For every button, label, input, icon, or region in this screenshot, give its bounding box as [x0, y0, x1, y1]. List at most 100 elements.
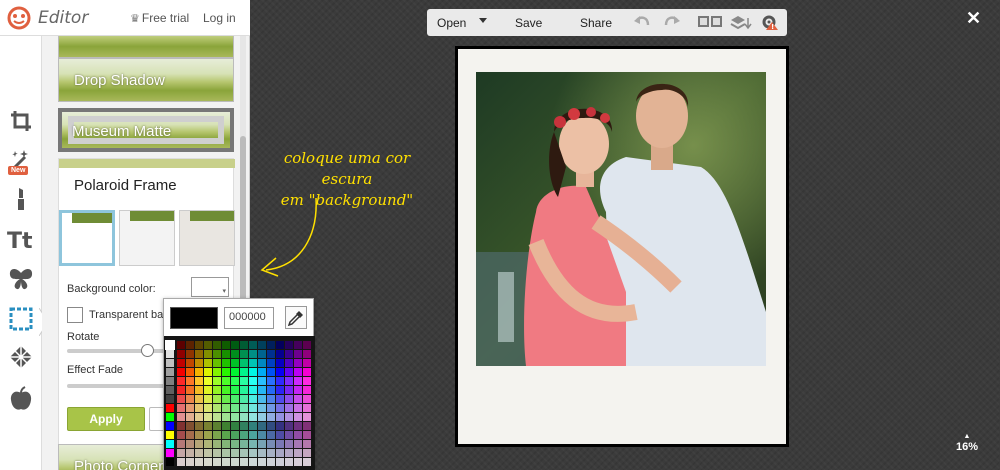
palette-swatch[interactable]: [258, 440, 266, 448]
palette-swatch[interactable]: [186, 413, 194, 421]
palette-swatch[interactable]: [204, 431, 212, 439]
palette-swatch[interactable]: [303, 413, 311, 421]
palette-swatch[interactable]: [166, 395, 174, 403]
palette-swatch[interactable]: [195, 341, 203, 349]
palette-swatch[interactable]: [240, 431, 248, 439]
redo-icon[interactable]: [663, 14, 681, 30]
palette-swatch[interactable]: [204, 404, 212, 412]
palette-swatch[interactable]: [303, 431, 311, 439]
palette-swatch[interactable]: [166, 377, 174, 385]
palette-swatch[interactable]: [249, 368, 257, 376]
palette-swatch[interactable]: [177, 458, 185, 466]
background-color-swatch[interactable]: ▾: [191, 277, 229, 297]
palette-swatch[interactable]: [267, 413, 275, 421]
chevron-down-icon[interactable]: [479, 18, 487, 23]
palette-swatch[interactable]: [186, 395, 194, 403]
palette-swatch[interactable]: [294, 404, 302, 412]
frames-tool[interactable]: [6, 304, 36, 334]
textures-tool[interactable]: [6, 342, 36, 372]
palette-swatch[interactable]: [267, 368, 275, 376]
palette-swatch[interactable]: [285, 341, 293, 349]
palette-swatch[interactable]: [195, 449, 203, 457]
palette-swatch[interactable]: [294, 359, 302, 367]
palette-swatch[interactable]: [294, 431, 302, 439]
palette-swatch[interactable]: [222, 422, 230, 430]
palette-swatch[interactable]: [213, 458, 221, 466]
palette-swatch[interactable]: [294, 341, 302, 349]
palette-swatch[interactable]: [231, 386, 239, 394]
zoom-indicator[interactable]: ▲ 16%: [952, 433, 982, 453]
settings-icon[interactable]: !: [760, 14, 780, 30]
palette-swatch[interactable]: [285, 377, 293, 385]
layers-icon[interactable]: [730, 14, 752, 30]
effect-thumb-drop-shadow[interactable]: Drop Shadow: [58, 58, 234, 102]
palette-swatch[interactable]: [166, 413, 174, 421]
palette-swatch[interactable]: [186, 422, 194, 430]
palette-swatch[interactable]: [294, 368, 302, 376]
palette-swatch[interactable]: [303, 359, 311, 367]
undo-icon[interactable]: [633, 14, 651, 30]
palette-swatch[interactable]: [166, 458, 174, 466]
palette-swatch[interactable]: [258, 422, 266, 430]
palette-swatch[interactable]: [267, 350, 275, 358]
palette-swatch[interactable]: [303, 458, 311, 466]
palette-swatch[interactable]: [166, 350, 174, 358]
palette-swatch[interactable]: [222, 449, 230, 457]
palette-swatch[interactable]: [166, 359, 174, 367]
palette-swatch[interactable]: [222, 458, 230, 466]
palette-swatch[interactable]: [177, 359, 185, 367]
palette-swatch[interactable]: [249, 359, 257, 367]
palette-swatch[interactable]: [285, 350, 293, 358]
palette-swatch[interactable]: [267, 422, 275, 430]
palette-swatch[interactable]: [186, 458, 194, 466]
palette-swatch[interactable]: [222, 359, 230, 367]
palette-swatch[interactable]: [213, 359, 221, 367]
palette-swatch[interactable]: [231, 413, 239, 421]
palette-swatch[interactable]: [303, 377, 311, 385]
palette-swatch[interactable]: [177, 431, 185, 439]
palette-swatch[interactable]: [195, 350, 203, 358]
palette-swatch[interactable]: [177, 377, 185, 385]
palette-swatch[interactable]: [240, 350, 248, 358]
crop-tool[interactable]: [6, 106, 36, 136]
palette-swatch[interactable]: [303, 449, 311, 457]
palette-swatch[interactable]: [258, 395, 266, 403]
palette-swatch[interactable]: [213, 413, 221, 421]
palette-swatch[interactable]: [240, 377, 248, 385]
palette-swatch[interactable]: [240, 341, 248, 349]
palette-swatch[interactable]: [166, 368, 174, 376]
effect-thumb-museum-matte[interactable]: Museum Matte: [58, 108, 234, 152]
palette-swatch[interactable]: [276, 404, 284, 412]
palette-swatch[interactable]: [258, 404, 266, 412]
palette-swatch[interactable]: [267, 359, 275, 367]
palette-swatch[interactable]: [249, 413, 257, 421]
palette-swatch[interactable]: [177, 368, 185, 376]
palette-swatch[interactable]: [195, 431, 203, 439]
palette-swatch[interactable]: [285, 386, 293, 394]
palette-swatch[interactable]: [186, 368, 194, 376]
palette-swatch[interactable]: [177, 449, 185, 457]
logo-icon[interactable]: [6, 6, 32, 30]
palette-swatch[interactable]: [276, 458, 284, 466]
frame-variant-3[interactable]: [179, 210, 235, 266]
palette-swatch[interactable]: [231, 449, 239, 457]
palette-swatch[interactable]: [213, 395, 221, 403]
palette-swatch[interactable]: [285, 440, 293, 448]
palette-swatch[interactable]: [213, 350, 221, 358]
palette-swatch[interactable]: [258, 350, 266, 358]
palette-swatch[interactable]: [240, 440, 248, 448]
palette-swatch[interactable]: [258, 458, 266, 466]
palette-swatch[interactable]: [267, 341, 275, 349]
palette-swatch[interactable]: [186, 377, 194, 385]
touch-up-tool[interactable]: [6, 184, 36, 214]
open-button[interactable]: Open: [437, 16, 466, 30]
palette-swatch[interactable]: [204, 368, 212, 376]
palette-swatch[interactable]: [267, 386, 275, 394]
palette-swatch[interactable]: [186, 341, 194, 349]
palette-swatch[interactable]: [213, 386, 221, 394]
share-button[interactable]: Share: [580, 16, 612, 30]
palette-swatch[interactable]: [249, 404, 257, 412]
palette-swatch[interactable]: [240, 422, 248, 430]
palette-swatch[interactable]: [166, 422, 174, 430]
palette-swatch[interactable]: [258, 359, 266, 367]
